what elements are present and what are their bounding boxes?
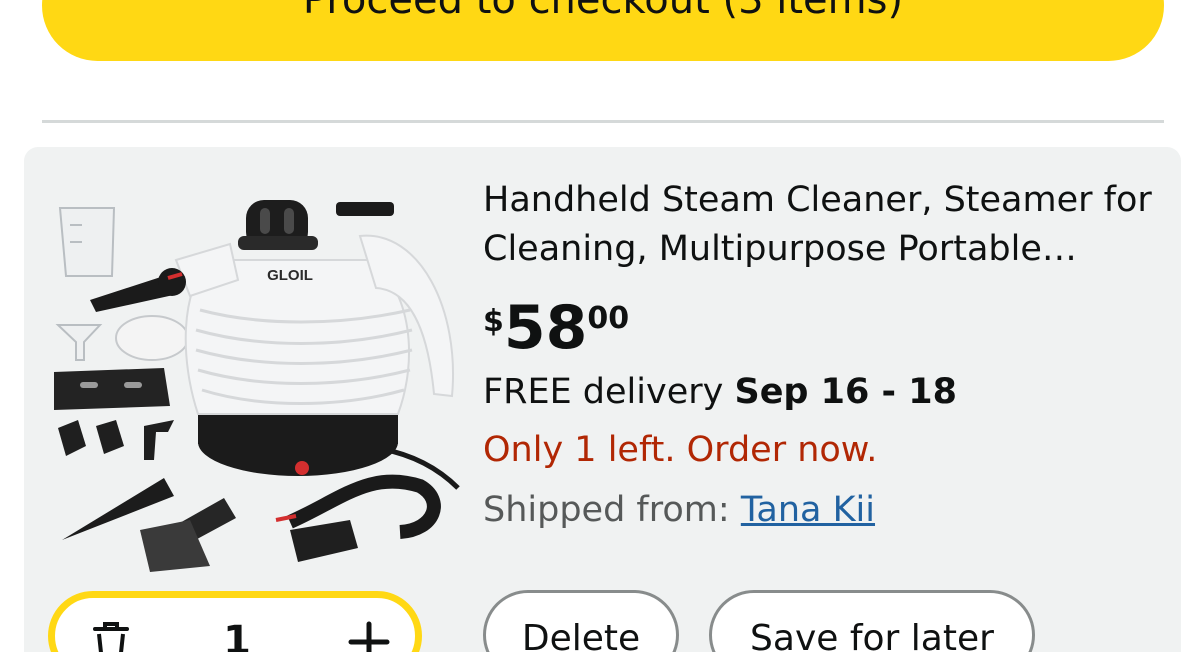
delivery-dates: Sep 16 - 18 (734, 372, 957, 412)
divider (42, 120, 1164, 123)
product-brand-text: GLOIL (267, 267, 313, 284)
price-currency: $ (483, 304, 504, 339)
price-fraction: 00 (587, 301, 630, 336)
quantity-stepper: 1 (48, 591, 422, 652)
plus-icon[interactable] (347, 620, 391, 652)
shipped-prefix: Shipped from: (483, 490, 741, 530)
quantity-value: 1 (223, 618, 251, 652)
delete-button[interactable]: Delete (483, 590, 679, 652)
stock-status: Only 1 left. Order now. (483, 430, 878, 470)
price-whole: 58 (503, 293, 588, 363)
price: $ 58 00 (483, 296, 629, 360)
delivery-info: FREE delivery Sep 16 - 18 (483, 372, 957, 412)
save-for-later-button[interactable]: Save for later (709, 590, 1035, 652)
shipped-from: Shipped from: Tana Kii (483, 490, 875, 530)
seller-link[interactable]: Tana Kii (741, 490, 875, 530)
product-image[interactable]: GLOIL (40, 170, 460, 580)
product-title-link[interactable]: Handheld Steam Cleaner, Steamer for Clea… (483, 176, 1163, 274)
trash-icon[interactable] (89, 620, 133, 652)
delivery-prefix: FREE delivery (483, 372, 735, 412)
proceed-to-checkout-button[interactable]: Proceed to checkout (3 items) (42, 0, 1164, 61)
